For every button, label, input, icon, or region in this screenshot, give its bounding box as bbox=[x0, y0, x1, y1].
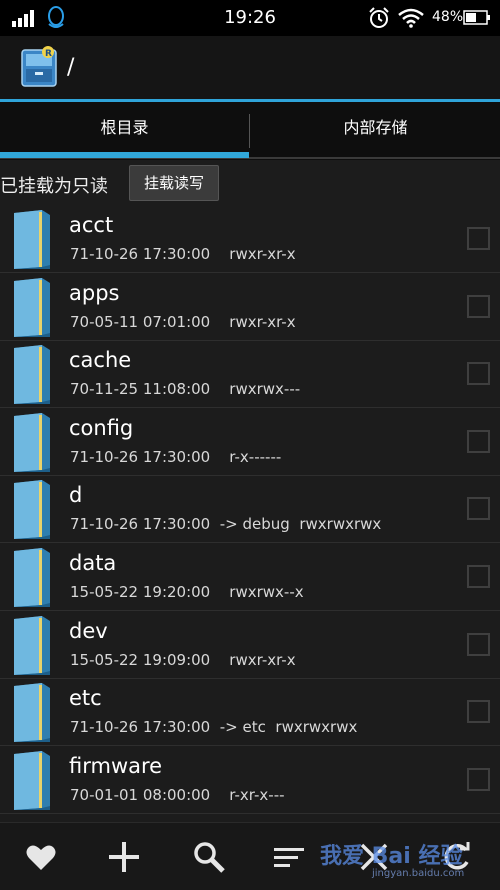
file-row[interactable]: dev 15-05-22 19:09:00 rwxr-xr-x bbox=[0, 611, 500, 679]
file-meta: 15-05-22 19:09:00 rwxr-xr-x bbox=[70, 650, 296, 669]
file-name: dev bbox=[69, 618, 108, 643]
alarm-icon bbox=[369, 7, 389, 28]
battery-percent: 48% bbox=[432, 9, 464, 25]
search-icon[interactable] bbox=[193, 841, 225, 873]
file-name: d bbox=[69, 483, 83, 508]
file-name: config bbox=[69, 415, 134, 440]
root-explorer-logo[interactable]: R bbox=[20, 44, 58, 90]
sort-icon[interactable] bbox=[273, 841, 305, 873]
file-row[interactable]: data 15-05-22 19:20:00 rwxrwx--x bbox=[0, 543, 500, 611]
file-checkbox[interactable] bbox=[467, 700, 490, 724]
file-name: apps bbox=[69, 280, 120, 305]
folder-icon bbox=[14, 345, 50, 405]
file-row[interactable]: config 71-10-26 17:30:00 r-x------ bbox=[0, 408, 500, 476]
watermark: 我爱 Bai 经验 bbox=[320, 844, 463, 869]
active-tab-indicator bbox=[0, 152, 249, 158]
folder-icon bbox=[14, 277, 50, 337]
svg-text:R: R bbox=[45, 49, 52, 59]
file-checkbox[interactable] bbox=[467, 429, 490, 453]
folder-icon bbox=[14, 615, 50, 675]
file-name: data bbox=[69, 551, 117, 575]
current-path: / bbox=[67, 55, 75, 80]
heart-icon[interactable] bbox=[25, 841, 57, 873]
file-name: etc bbox=[69, 686, 102, 711]
file-meta: 71-10-26 17:30:00 -> etc rwxrwxrwx bbox=[70, 718, 358, 737]
plus-icon[interactable] bbox=[108, 841, 140, 873]
folder-icon bbox=[14, 412, 50, 472]
folder-icon bbox=[14, 548, 50, 607]
file-checkbox[interactable] bbox=[467, 294, 490, 318]
tab-root-directory[interactable]: 根目录 bbox=[0, 102, 249, 156]
file-meta: 71-10-26 17:30:00 -> debug rwxrwxrwx bbox=[70, 515, 382, 534]
file-meta: 70-01-01 08:00:00 r-xr-x--- bbox=[70, 785, 285, 804]
file-checkbox[interactable] bbox=[467, 632, 490, 656]
mount-status: 已挂载为只读 bbox=[0, 176, 108, 197]
file-row[interactable]: apps 70-05-11 07:01:00 rwxr-xr-x bbox=[0, 273, 500, 341]
file-meta: 71-10-26 17:30:00 r-x------ bbox=[70, 447, 282, 466]
status-bar: 19:26 48% bbox=[0, 0, 500, 36]
folder-icon bbox=[14, 750, 50, 810]
file-name: cache bbox=[69, 348, 132, 373]
file-row[interactable]: cache 70-11-25 11:08:00 rwxrwx--- bbox=[0, 340, 500, 409]
wifi-icon bbox=[398, 8, 424, 28]
clock: 19:26 bbox=[224, 7, 276, 28]
mount-rw-button[interactable]: 挂载读写 bbox=[129, 165, 219, 201]
file-row[interactable]: acct 71-10-26 17:30:00 rwxr-xr-x bbox=[0, 205, 500, 273]
file-name: firmware bbox=[69, 753, 163, 778]
tab-separator bbox=[249, 114, 250, 148]
file-row[interactable]: d 71-10-26 17:30:00 -> debug rwxrwxrwx bbox=[0, 475, 500, 544]
file-checkbox[interactable] bbox=[467, 227, 490, 250]
battery-icon bbox=[463, 10, 490, 25]
file-row[interactable]: firmware 70-01-01 08:00:00 r-xr-x--- bbox=[0, 746, 500, 814]
tab-internal-storage[interactable]: 内部存储 bbox=[251, 102, 500, 156]
file-checkbox[interactable] bbox=[467, 497, 490, 521]
folder-icon bbox=[14, 683, 50, 743]
file-row[interactable]: etc 71-10-26 17:30:00 -> etc rwxrwxrwx bbox=[0, 678, 500, 747]
file-checkbox[interactable] bbox=[467, 362, 490, 386]
file-meta: 71-10-26 17:30:00 rwxr-xr-x bbox=[70, 245, 296, 263]
folder-icon bbox=[14, 480, 50, 540]
file-checkbox[interactable] bbox=[467, 565, 490, 588]
file-name: acct bbox=[69, 213, 114, 237]
file-meta: 70-11-25 11:08:00 rwxrwx--- bbox=[70, 380, 301, 399]
app-bar bbox=[0, 36, 500, 100]
file-meta: 15-05-22 19:20:00 rwxrwx--x bbox=[70, 583, 304, 601]
watermark-url: jingyan.baidu.com bbox=[372, 868, 465, 879]
file-meta: 70-05-11 07:01:00 rwxr-xr-x bbox=[70, 312, 296, 331]
file-checkbox[interactable] bbox=[467, 767, 490, 791]
folder-icon bbox=[14, 210, 50, 269]
